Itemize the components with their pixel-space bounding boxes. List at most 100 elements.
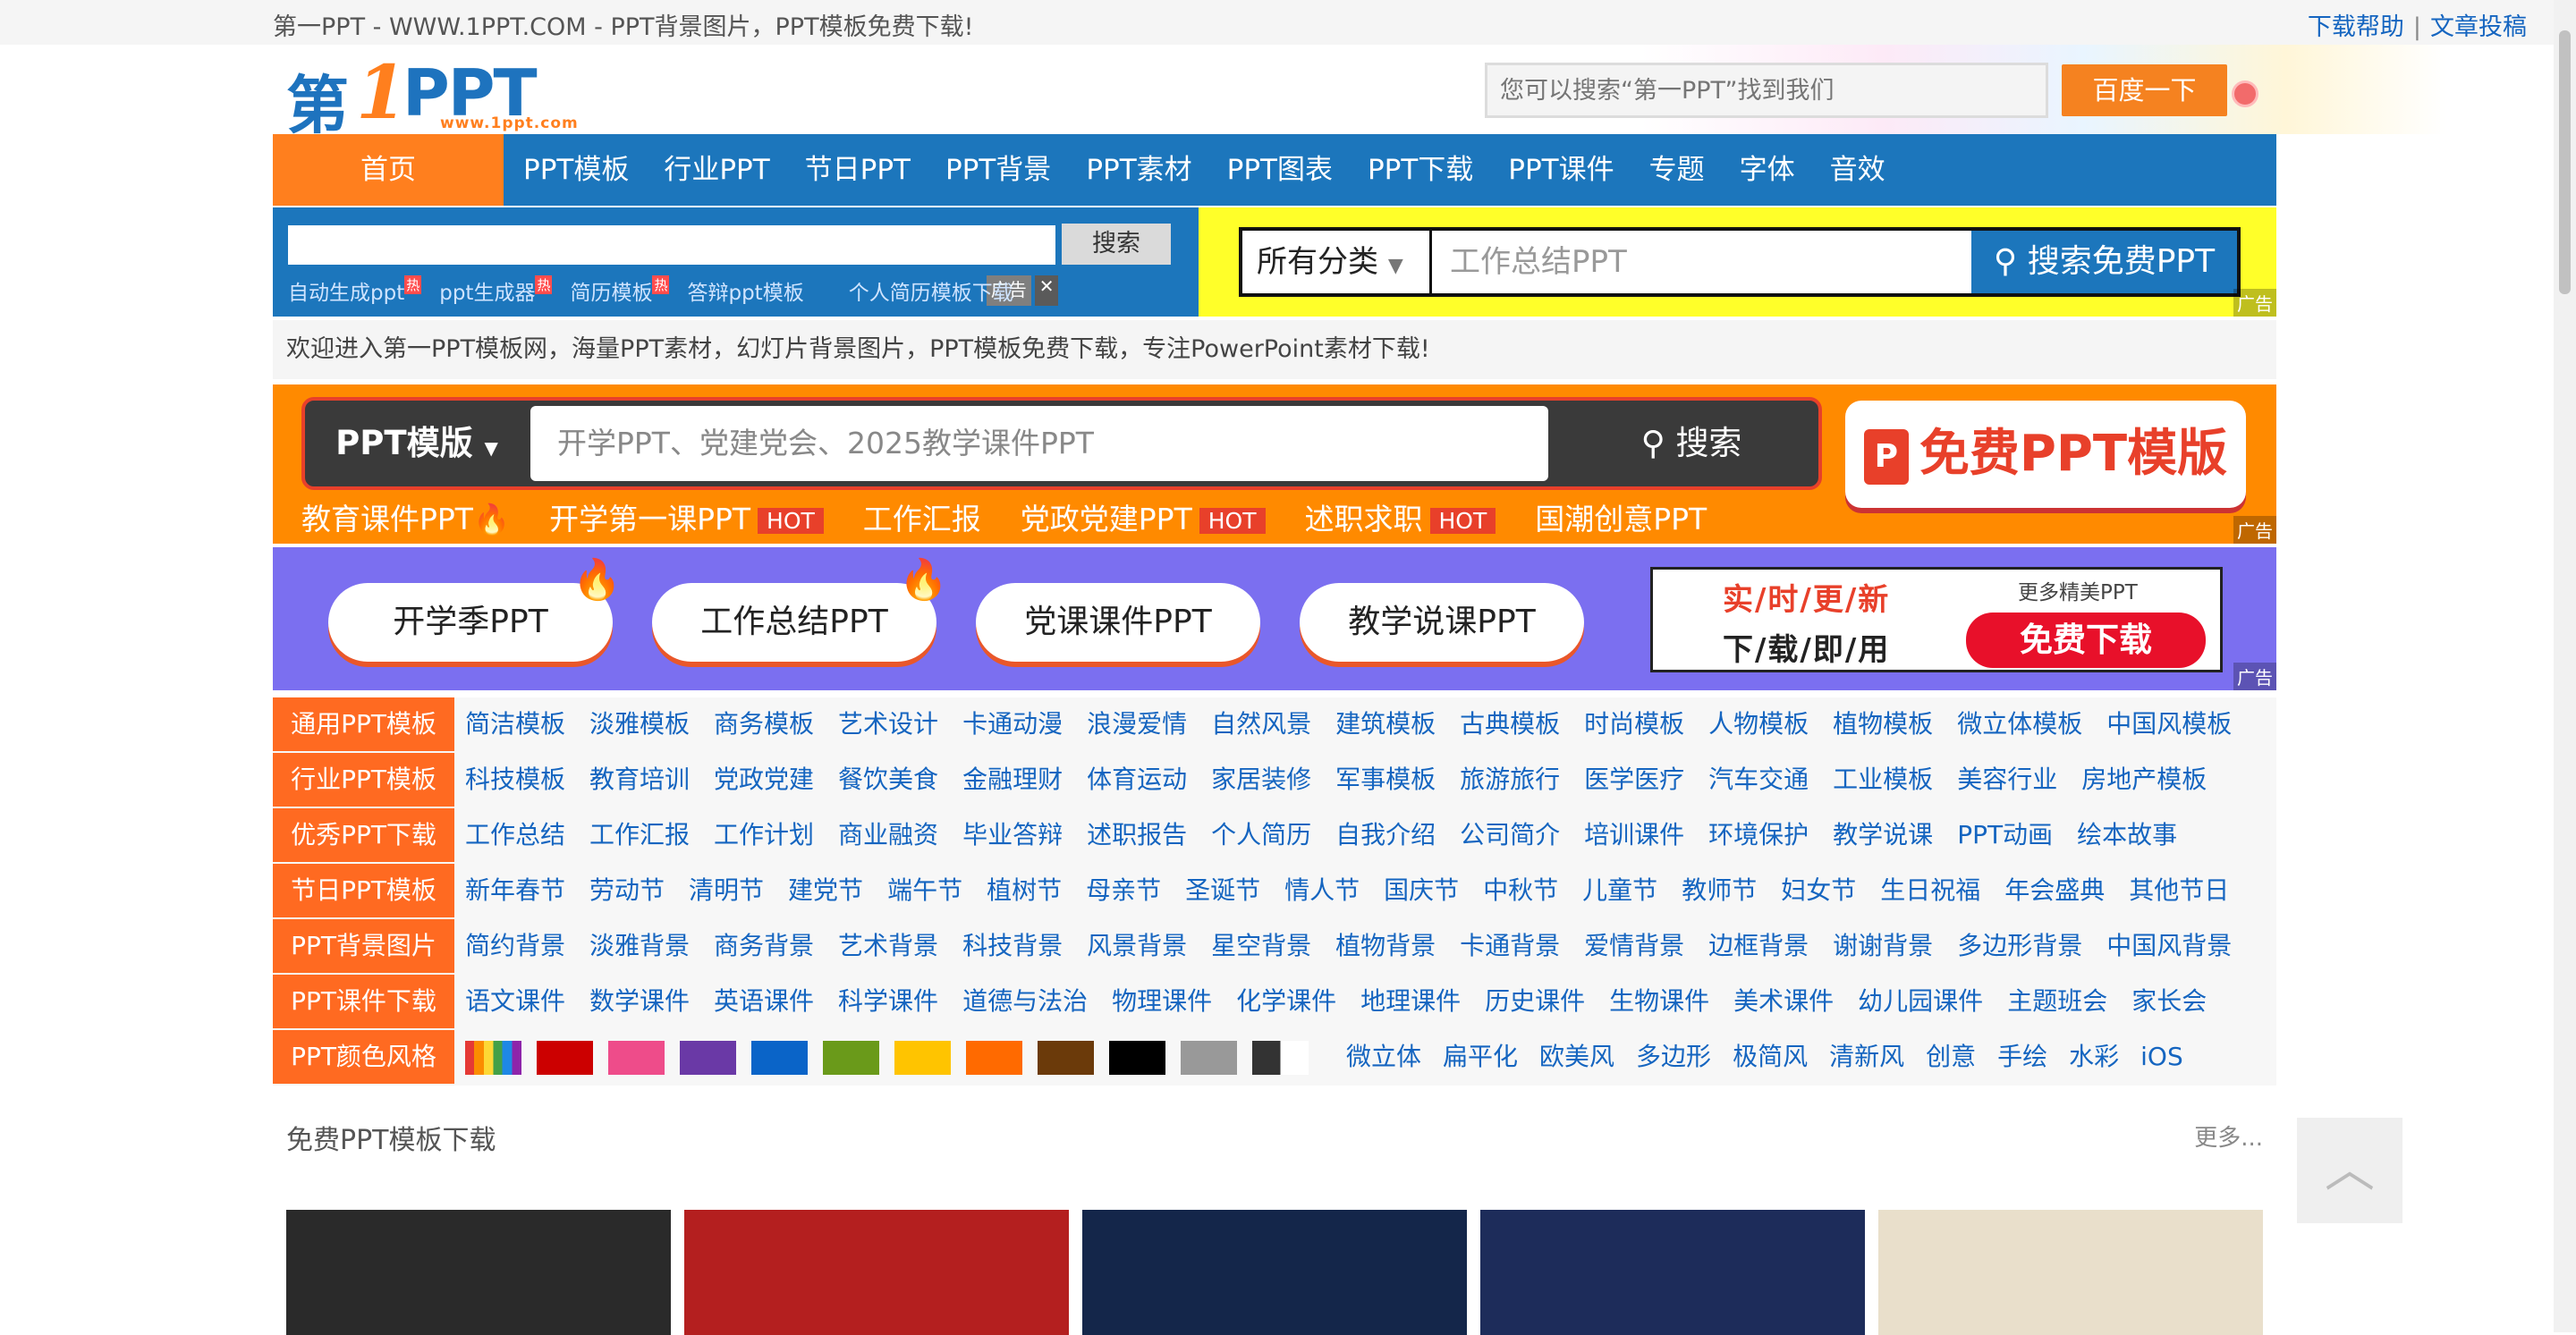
hot-link[interactable]: 简历模板热 xyxy=(570,275,670,306)
nav-item[interactable]: 专题 xyxy=(1649,134,1705,206)
banner-tag[interactable]: 开学第一课PPT HOT xyxy=(549,495,824,538)
banner-search-input[interactable]: 开学PPT、党建党会、2025教学课件PPT xyxy=(530,406,1548,481)
site-search-button[interactable]: 搜索 xyxy=(1062,224,1171,265)
hot-link[interactable]: 答辩ppt模板 xyxy=(687,275,803,306)
download-help-link[interactable]: 下载帮助 xyxy=(2308,13,2404,41)
topic-pill[interactable]: 工作总结PPT xyxy=(652,583,936,662)
nav-item[interactable]: 音效 xyxy=(1830,134,1885,206)
style-link[interactable]: 微立体 xyxy=(1346,1030,1421,1084)
style-link[interactable]: 欧美风 xyxy=(1539,1030,1614,1084)
category-link[interactable]: 旅游旅行 xyxy=(1460,753,1560,807)
category-link[interactable]: 金融理财 xyxy=(962,753,1063,807)
style-link[interactable]: 多边形 xyxy=(1636,1030,1711,1084)
category-link[interactable]: 教育培训 xyxy=(589,753,690,807)
category-link[interactable]: 化学课件 xyxy=(1236,975,1336,1028)
category-link[interactable]: 个人简历 xyxy=(1211,808,1311,862)
category-link[interactable]: 毕业答辩 xyxy=(962,808,1063,862)
category-link[interactable]: 商业融资 xyxy=(838,808,938,862)
category-link[interactable]: 美术课件 xyxy=(1733,975,1834,1028)
topic-pill[interactable]: 开学季PPT xyxy=(328,583,613,662)
category-link[interactable]: 工作汇报 xyxy=(589,808,690,862)
template-card[interactable] xyxy=(273,1174,671,1335)
category-link[interactable]: 地理课件 xyxy=(1360,975,1461,1028)
category-link[interactable]: 工业模板 xyxy=(1833,753,1933,807)
color-swatch[interactable] xyxy=(966,1041,1022,1075)
category-link[interactable]: 公司简介 xyxy=(1460,808,1560,862)
category-link[interactable]: 简洁模板 xyxy=(465,697,565,751)
category-link[interactable]: 植物模板 xyxy=(1833,697,1933,751)
style-link[interactable]: 水彩 xyxy=(2069,1030,2119,1084)
category-link[interactable]: 劳动节 xyxy=(589,864,665,917)
color-swatch[interactable] xyxy=(608,1041,665,1075)
template-card[interactable] xyxy=(1467,1174,1865,1335)
category-label[interactable]: PPT课件下载 xyxy=(273,975,454,1028)
category-link[interactable]: 中秋节 xyxy=(1483,864,1558,917)
category-link[interactable]: 妇女节 xyxy=(1781,864,1856,917)
free-template-button[interactable]: P 免费PPT模版 xyxy=(1845,401,2246,508)
nav-item[interactable]: PPT素材 xyxy=(1086,134,1191,206)
category-label[interactable]: 行业PPT模板 xyxy=(273,753,454,807)
category-select[interactable]: 所有分类 ▼ xyxy=(1242,231,1432,293)
category-link[interactable]: 人物模板 xyxy=(1708,697,1809,751)
category-link[interactable]: 商务模板 xyxy=(714,697,814,751)
scrollbar-thumb[interactable] xyxy=(2559,30,2571,294)
topic-pill[interactable]: 教学说课PPT xyxy=(1300,583,1584,662)
style-link[interactable]: 手绘 xyxy=(1997,1030,2047,1084)
category-link[interactable]: 清明节 xyxy=(689,864,764,917)
color-swatch[interactable] xyxy=(1181,1041,1237,1075)
category-link[interactable]: PPT动画 xyxy=(1957,808,2053,862)
banner-tag[interactable]: 工作汇报 xyxy=(863,495,981,538)
category-link[interactable]: 浪漫爱情 xyxy=(1087,697,1187,751)
back-to-top-button[interactable]: ︿ xyxy=(2297,1118,2402,1223)
category-link[interactable]: 工作总结 xyxy=(465,808,565,862)
category-link[interactable]: 培训课件 xyxy=(1584,808,1684,862)
category-link[interactable]: 年会盛典 xyxy=(2004,864,2105,917)
category-link[interactable]: 建党节 xyxy=(788,864,863,917)
style-link[interactable]: 扁平化 xyxy=(1443,1030,1518,1084)
color-swatch[interactable] xyxy=(680,1041,736,1075)
category-link[interactable]: 中国风背景 xyxy=(2106,919,2232,973)
category-link[interactable]: 植树节 xyxy=(987,864,1062,917)
category-link[interactable]: 商务背景 xyxy=(714,919,814,973)
black-white-swatch[interactable] xyxy=(1252,1041,1309,1075)
category-link[interactable]: 绘本故事 xyxy=(2077,808,2177,862)
category-link[interactable]: 科技背景 xyxy=(962,919,1063,973)
nav-home[interactable]: 首页 xyxy=(273,134,504,206)
category-link[interactable]: 古典模板 xyxy=(1460,697,1560,751)
banner-tag[interactable]: 党政党建PPT HOT xyxy=(1021,495,1266,538)
nav-item[interactable]: PPT课件 xyxy=(1508,134,1614,206)
hot-link[interactable]: ppt生成器热 xyxy=(439,275,553,306)
category-link[interactable]: 房地产模板 xyxy=(2081,753,2207,807)
category-link[interactable]: 端午节 xyxy=(887,864,962,917)
category-link[interactable]: 数学课件 xyxy=(589,975,690,1028)
category-link[interactable]: 道德与法治 xyxy=(962,975,1088,1028)
template-card[interactable] xyxy=(1069,1174,1467,1335)
category-link[interactable]: 主题班会 xyxy=(2007,975,2107,1028)
nav-item[interactable]: 字体 xyxy=(1740,134,1795,206)
baidu-search-button[interactable]: 百度一下 xyxy=(2062,64,2227,116)
category-link[interactable]: 边框背景 xyxy=(1708,919,1809,973)
category-link[interactable]: 艺术设计 xyxy=(838,697,938,751)
category-link[interactable]: 卡通动漫 xyxy=(962,697,1063,751)
download-ad[interactable]: 实/时/更/新 下/载/即/用 更多精美PPT 免费下载 xyxy=(1650,567,2223,672)
site-logo[interactable]: 第 1 PPT www.1ppt.com xyxy=(286,50,581,142)
hot-link[interactable]: 个人简历模板下载 xyxy=(849,275,1013,306)
category-label[interactable]: PPT背景图片 xyxy=(273,919,454,973)
category-link[interactable]: 述职报告 xyxy=(1087,808,1187,862)
category-link[interactable]: 家居装修 xyxy=(1211,753,1311,807)
hot-link[interactable]: 自动生成ppt 热 xyxy=(288,275,422,306)
color-swatch[interactable] xyxy=(894,1041,951,1075)
category-link[interactable]: 风景背景 xyxy=(1087,919,1187,973)
category-link[interactable]: 母亲节 xyxy=(1086,864,1161,917)
topic-pill[interactable]: 党课课件PPT xyxy=(976,583,1260,662)
category-link[interactable]: 星空背景 xyxy=(1211,919,1311,973)
banner-search-button[interactable]: ⚲ 搜索 xyxy=(1575,401,1808,486)
nav-item[interactable]: PPT背景 xyxy=(945,134,1051,206)
category-link[interactable]: 汽车交通 xyxy=(1708,753,1809,807)
submit-article-link[interactable]: 文章投稿 xyxy=(2430,13,2527,41)
category-link[interactable]: 生物课件 xyxy=(1609,975,1709,1028)
style-link[interactable]: iOS xyxy=(2140,1030,2183,1084)
category-link[interactable]: 时尚模板 xyxy=(1584,697,1684,751)
banner-category-select[interactable]: PPT模版 ▼ xyxy=(305,401,529,486)
free-download-button[interactable]: 免费下载 xyxy=(1966,613,2206,668)
